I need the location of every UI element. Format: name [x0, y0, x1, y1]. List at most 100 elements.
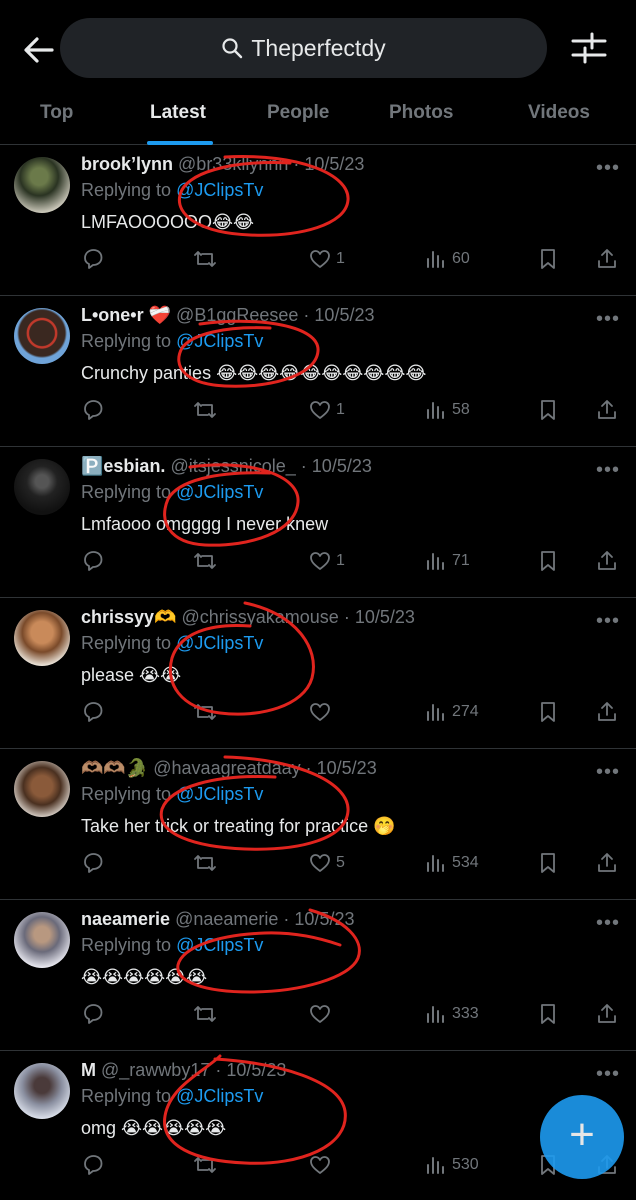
repost-button[interactable] — [193, 398, 221, 422]
display-name[interactable]: brook’lynn — [81, 154, 173, 174]
reply-button[interactable] — [81, 549, 109, 573]
display-name[interactable]: L•one•r ❤️‍🩹 — [81, 305, 171, 325]
repost-button[interactable] — [193, 700, 221, 724]
like-button[interactable]: 5 — [308, 851, 345, 875]
replying-to-handle[interactable]: @JClipsTv — [176, 935, 263, 955]
user-handle[interactable]: @br33kllynnn — [178, 154, 288, 174]
bookmark-button[interactable] — [536, 700, 560, 724]
reply-button[interactable] — [81, 1153, 109, 1177]
user-handle[interactable]: @chrissyakamouse — [181, 607, 338, 627]
list-item[interactable]: naeamerie @naeamerie · 10/5/23 ••• Reply… — [0, 900, 636, 1051]
list-item[interactable]: 🅿️esbian. @itsjessnicole_ · 10/5/23 ••• … — [0, 447, 636, 598]
avatar[interactable] — [14, 1063, 70, 1119]
post-actions: 1 60 — [81, 247, 621, 273]
reply-button[interactable] — [81, 247, 109, 271]
display-name[interactable]: chrissyy🫶 — [81, 607, 176, 627]
repost-button[interactable] — [193, 549, 221, 573]
share-button[interactable] — [595, 549, 619, 573]
avatar[interactable] — [14, 308, 70, 364]
like-button[interactable]: 1 — [308, 549, 345, 573]
display-name[interactable]: 🫶🏽🫶🏽🐊 — [81, 758, 148, 778]
reply-button[interactable] — [81, 1002, 109, 1026]
replying-to-handle[interactable]: @JClipsTv — [176, 180, 263, 200]
repost-button[interactable] — [193, 247, 221, 271]
view-count: 530 — [452, 1156, 479, 1173]
post-body: Crunchy panties 😂😂😂😂😂😂😂😂😂😂 — [81, 363, 427, 383]
views-button[interactable]: 71 — [424, 549, 470, 573]
replying-to: Replying to @JClipsTv — [81, 1086, 263, 1107]
share-button[interactable] — [595, 851, 619, 875]
display-name[interactable]: M — [81, 1060, 96, 1080]
replying-to: Replying to @JClipsTv — [81, 784, 263, 805]
filter-sliders-icon[interactable] — [570, 30, 608, 66]
replying-to-handle[interactable]: @JClipsTv — [176, 784, 263, 804]
replying-to-handle[interactable]: @JClipsTv — [176, 633, 263, 653]
reply-icon — [84, 702, 103, 722]
like-count: 1 — [336, 250, 345, 267]
display-name[interactable]: naeamerie — [81, 909, 170, 929]
bookmark-button[interactable] — [536, 1002, 560, 1026]
more-icon[interactable]: ••• — [596, 1063, 620, 1086]
more-icon[interactable]: ••• — [596, 459, 620, 482]
more-icon[interactable]: ••• — [596, 308, 620, 331]
bookmark-button[interactable] — [536, 851, 560, 875]
share-button[interactable] — [595, 1002, 619, 1026]
views-button[interactable]: 60 — [424, 247, 470, 271]
tab-photos[interactable]: Photos — [389, 102, 453, 124]
user-handle[interactable]: @havaagreatdaay — [153, 758, 300, 778]
user-handle[interactable]: @itsjessnicole_ — [170, 456, 295, 476]
list-item[interactable]: 🫶🏽🫶🏽🐊 @havaagreatdaay · 10/5/23 ••• Repl… — [0, 749, 636, 900]
tab-people[interactable]: People — [267, 102, 329, 124]
like-count: 1 — [336, 552, 345, 569]
avatar[interactable] — [14, 912, 70, 968]
avatar[interactable] — [14, 610, 70, 666]
repost-button[interactable] — [193, 1153, 221, 1177]
list-item[interactable]: brook’lynn @br33kllynnn · 10/5/23 ••• Re… — [0, 145, 636, 296]
search-input[interactable]: Theperfectdy — [60, 18, 547, 78]
views-button[interactable]: 58 — [424, 398, 470, 422]
share-button[interactable] — [595, 398, 619, 422]
reply-button[interactable] — [81, 398, 109, 422]
user-handle[interactable]: @B1ggReesee — [176, 305, 298, 325]
reply-button[interactable] — [81, 851, 109, 875]
avatar[interactable] — [14, 459, 70, 515]
more-icon[interactable]: ••• — [596, 912, 620, 935]
avatar[interactable] — [14, 761, 70, 817]
display-name[interactable]: 🅿️esbian. — [81, 456, 165, 476]
reply-button[interactable] — [81, 700, 109, 724]
share-button[interactable] — [595, 247, 619, 271]
views-button[interactable]: 534 — [424, 851, 479, 875]
compose-button[interactable]: + — [540, 1095, 624, 1179]
tab-videos[interactable]: Videos — [528, 102, 590, 124]
bookmark-button[interactable] — [536, 247, 560, 271]
views-button[interactable]: 274 — [424, 700, 479, 724]
tab-latest[interactable]: Latest — [150, 102, 206, 124]
like-button[interactable] — [308, 1153, 336, 1177]
like-button[interactable] — [308, 1002, 336, 1026]
bookmark-button[interactable] — [536, 398, 560, 422]
user-handle[interactable]: @naeamerie — [175, 909, 278, 929]
replying-to-handle[interactable]: @JClipsTv — [176, 482, 263, 502]
repost-button[interactable] — [193, 851, 221, 875]
more-icon[interactable]: ••• — [596, 610, 620, 633]
user-handle[interactable]: @_rawwby17 — [101, 1060, 210, 1080]
more-icon[interactable]: ••• — [596, 761, 620, 784]
post-actions: 274 — [81, 700, 621, 726]
tab-top[interactable]: Top — [40, 102, 73, 124]
like-button[interactable]: 1 — [308, 398, 345, 422]
list-item[interactable]: chrissyy🫶 @chrissyakamouse · 10/5/23 •••… — [0, 598, 636, 749]
more-icon[interactable]: ••• — [596, 157, 620, 180]
views-button[interactable]: 333 — [424, 1002, 479, 1026]
like-button[interactable]: 1 — [308, 247, 345, 271]
replying-to-handle[interactable]: @JClipsTv — [176, 1086, 263, 1106]
list-item[interactable]: L•one•r ❤️‍🩹 @B1ggReesee · 10/5/23 ••• R… — [0, 296, 636, 447]
like-button[interactable] — [308, 700, 336, 724]
back-arrow-icon[interactable] — [18, 30, 58, 70]
bookmark-button[interactable] — [536, 549, 560, 573]
share-button[interactable] — [595, 700, 619, 724]
avatar[interactable] — [14, 157, 70, 213]
share-icon — [598, 1004, 616, 1023]
views-button[interactable]: 530 — [424, 1153, 479, 1177]
replying-to-handle[interactable]: @JClipsTv — [176, 331, 263, 351]
repost-button[interactable] — [193, 1002, 221, 1026]
